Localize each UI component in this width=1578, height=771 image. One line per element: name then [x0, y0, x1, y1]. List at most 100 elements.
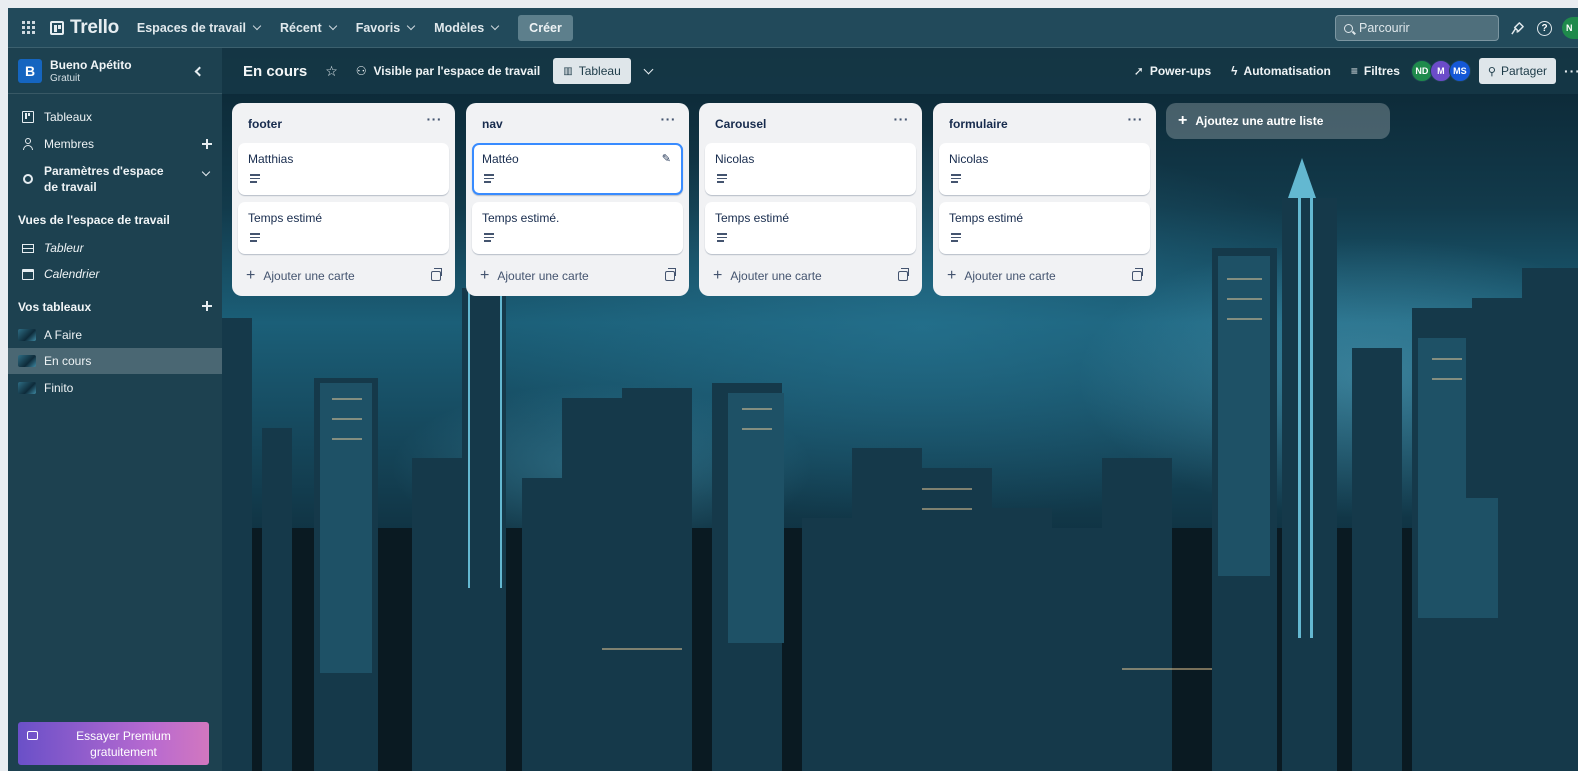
- board-actions: ➚ Power-ups ϟ Automatisation ≡ Filtres N…: [1134, 48, 1578, 94]
- chevron-down-icon: [252, 21, 262, 30]
- list-title[interactable]: footer: [248, 117, 282, 131]
- list-footer: footer ··· Matthias Temps estimé + Ajoute…: [232, 103, 455, 296]
- create-button[interactable]: Créer: [518, 14, 573, 41]
- add-card-label: Ajouter une carte: [263, 269, 355, 283]
- list-menu-icon[interactable]: ···: [427, 111, 443, 127]
- chevron-down-icon: [406, 21, 416, 30]
- automation-button[interactable]: ϟ Automatisation: [1231, 64, 1331, 78]
- automation-label: Automatisation: [1243, 64, 1331, 78]
- sidebar-item-boards[interactable]: Tableaux: [8, 110, 222, 124]
- sidebar-item-members[interactable]: Membres: [8, 137, 222, 151]
- star-icon[interactable]: ☆: [325, 63, 338, 80]
- card[interactable]: Matthias: [238, 143, 449, 195]
- add-person-icon: ⚲: [1487, 65, 1496, 78]
- add-card-label: Ajouter une carte: [730, 269, 822, 283]
- chevron-down-icon[interactable]: [201, 167, 211, 177]
- pencil-icon[interactable]: ✎: [662, 152, 671, 165]
- gear-icon: [23, 174, 33, 184]
- board-view-label: Tableau: [578, 64, 621, 78]
- plus-icon: +: [947, 267, 957, 284]
- list-menu-icon[interactable]: ···: [1128, 111, 1144, 127]
- card[interactable]: Temps estimé: [705, 202, 916, 254]
- app-switcher-icon[interactable]: [22, 20, 36, 35]
- card[interactable]: Nicolas: [939, 143, 1150, 195]
- board-view-button[interactable]: ▥ Tableau: [553, 58, 631, 84]
- board-header: En cours ☆ ⚇ Visible par l'espace de tra…: [222, 48, 1578, 94]
- list-title[interactable]: Carousel: [715, 117, 766, 131]
- description-icon: [717, 174, 727, 183]
- chevron-down-icon[interactable]: [643, 64, 654, 74]
- add-card-button[interactable]: + Ajouter une carte: [246, 268, 355, 284]
- more-options-icon[interactable]: ···: [1564, 63, 1578, 79]
- nav-favorites[interactable]: Favoris: [356, 21, 416, 35]
- workspace-plan: Gratuit: [50, 72, 81, 84]
- card[interactable]: Temps estimé: [238, 202, 449, 254]
- trello-logo-icon: [50, 20, 64, 35]
- list-formulaire: formulaire ··· Nicolas Temps estimé + Ajo…: [933, 103, 1156, 296]
- help-icon[interactable]: ?: [1537, 20, 1552, 36]
- window-left-edge: [0, 0, 8, 771]
- powerups-button[interactable]: ➚ Power-ups: [1134, 64, 1211, 78]
- plus-icon: +: [480, 267, 490, 284]
- nav-templates[interactable]: Modèles: [434, 21, 500, 35]
- card-template-icon[interactable]: [898, 268, 909, 281]
- nav-recent[interactable]: Récent: [280, 20, 337, 35]
- workspace-name: Bueno Apétito: [50, 57, 132, 72]
- card-template-icon[interactable]: [431, 268, 442, 281]
- share-button[interactable]: ⚲ Partager: [1478, 58, 1556, 84]
- visibility-label: Visible par l'espace de travail: [373, 64, 541, 78]
- add-member-icon[interactable]: [202, 139, 212, 149]
- sidebar-board-en-cours[interactable]: En cours: [8, 348, 222, 374]
- nav-recent-label: Récent: [280, 20, 322, 35]
- description-icon: [951, 174, 961, 183]
- search-input[interactable]: [1359, 21, 1489, 35]
- card-template-icon[interactable]: [665, 268, 676, 281]
- list-menu-icon[interactable]: ···: [894, 111, 910, 127]
- card-title: Temps estimé.: [482, 211, 560, 225]
- gear-icon-wrap: [22, 173, 34, 185]
- card[interactable]: Temps estimé.: [472, 202, 683, 254]
- description-icon: [250, 233, 260, 242]
- card[interactable]: Temps estimé: [939, 202, 1150, 254]
- add-list-button[interactable]: + Ajoutez une autre liste: [1166, 103, 1390, 139]
- add-card-button[interactable]: + Ajouter une carte: [713, 268, 822, 284]
- sidebar-view-calendar[interactable]: Calendrier: [8, 267, 222, 281]
- card[interactable]: Nicolas: [705, 143, 916, 195]
- chevron-down-icon: [490, 21, 500, 30]
- workspace-header[interactable]: B Bueno Apétito Gratuit: [8, 48, 222, 94]
- board-thumbnail: [18, 329, 36, 341]
- description-icon: [717, 233, 727, 242]
- views-section-title: Vues de l'espace de travail: [18, 213, 170, 227]
- description-icon: [951, 233, 961, 242]
- list-title[interactable]: formulaire: [949, 117, 1008, 131]
- filters-button[interactable]: ≡ Filtres: [1351, 64, 1400, 78]
- list-title[interactable]: nav: [482, 117, 503, 131]
- nav-workspaces-label: Espaces de travail: [136, 20, 246, 35]
- visibility-button[interactable]: ⚇ Visible par l'espace de travail: [356, 64, 541, 78]
- try-premium-button[interactable]: Essayer Premium gratuitement: [18, 722, 209, 765]
- board-title[interactable]: En cours: [243, 63, 307, 80]
- user-avatar[interactable]: N: [1562, 17, 1578, 39]
- notifications-icon[interactable]: [1509, 20, 1525, 36]
- nav-workspaces[interactable]: Espaces de travail: [136, 20, 262, 35]
- add-card-button[interactable]: + Ajouter une carte: [947, 267, 1056, 284]
- plus-icon: +: [1178, 112, 1188, 129]
- sidebar-view-table[interactable]: Tableur: [8, 241, 222, 255]
- sidebar-item-workspace-settings[interactable]: Paramètres d'espace de travail: [8, 163, 222, 195]
- card-selected[interactable]: Mattéo ✎: [472, 143, 683, 195]
- sidebar-board-a-faire[interactable]: A Faire: [8, 328, 222, 342]
- search-box[interactable]: [1335, 15, 1499, 41]
- sidebar-item-label: Tableur: [44, 241, 84, 255]
- add-card-button[interactable]: + Ajouter une carte: [480, 267, 589, 284]
- add-board-icon[interactable]: [202, 301, 212, 311]
- sidebar-board-finito[interactable]: Finito: [8, 381, 222, 395]
- logo-text: Trello: [70, 16, 119, 38]
- person-icon: [22, 138, 34, 150]
- trello-logo[interactable]: Trello: [50, 17, 119, 39]
- chevron-down-icon: [328, 21, 337, 30]
- card-template-icon[interactable]: [1132, 268, 1143, 281]
- sidebar-item-label: Paramètres d'espace de travail: [44, 164, 164, 194]
- share-label: Partager: [1500, 64, 1547, 78]
- member-avatar[interactable]: MS: [1448, 60, 1471, 82]
- list-menu-icon[interactable]: ···: [661, 111, 677, 127]
